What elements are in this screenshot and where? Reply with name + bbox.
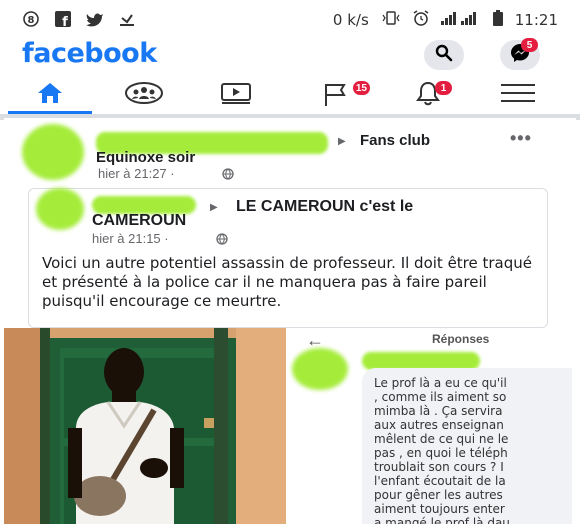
post-text: Voici un autre potentiel assassin de pro… <box>42 254 533 310</box>
reply-text-line: aux autres enseignan <box>374 418 504 432</box>
groups-icon <box>124 81 164 110</box>
reply-text-line: , comme ils aiment so <box>374 390 507 404</box>
reply-text-line: a mangé le prof là dau <box>374 516 510 524</box>
redacted-shared-avatar <box>36 188 84 230</box>
reply-text-line: l'enfant écoutait de la <box>374 474 506 488</box>
svg-text:f: f <box>62 15 68 27</box>
shared-group-name[interactable]: LE CAMEROUN c'est le <box>236 198 413 216</box>
tab-watch[interactable] <box>206 78 266 112</box>
clock: 11:21 <box>514 11 558 29</box>
group-name[interactable]: Fans club <box>360 132 430 149</box>
messenger-button[interactable]: 5 <box>500 38 540 70</box>
main-nav: 15 1 <box>0 78 580 114</box>
shared-group-name-line2[interactable]: CAMEROUN <box>92 212 186 230</box>
reply-text-line: troublait son cours ? I <box>374 460 504 474</box>
tab-groups[interactable] <box>114 78 174 112</box>
tab-notifications[interactable]: 1 <box>398 78 458 112</box>
vibrate-icon <box>381 11 401 29</box>
notifications-badge: 1 <box>435 81 452 95</box>
reply-text-line: aiment toujours enter <box>374 502 505 516</box>
reply-text-line: Le prof là a eu ce qu'il <box>374 376 507 390</box>
status-right: 0 k/s 11:21 <box>333 10 558 30</box>
search-button[interactable] <box>424 40 464 70</box>
svg-text:8: 8 <box>28 15 35 26</box>
headset-icon: 8 <box>22 10 40 28</box>
redacted-reply-avatar <box>292 348 348 390</box>
battery-icon <box>492 10 503 30</box>
shared-arrow-icon: ▶ <box>210 202 218 213</box>
status-bar: 8 f 0 k/s 11:21 <box>0 0 580 40</box>
reply-text-line: pas , en quoi le téléph <box>374 446 508 460</box>
post-photo[interactable] <box>4 328 286 524</box>
shared-globe-icon <box>216 232 228 250</box>
more-options-button[interactable]: ••• <box>510 128 532 149</box>
tab-home[interactable] <box>20 78 80 112</box>
replies-title: Réponses <box>432 332 490 346</box>
network-speed: 0 k/s <box>332 11 369 29</box>
shared-post-time: hier à 21:15 · <box>92 231 169 246</box>
watch-icon <box>220 81 252 110</box>
reply-text-line: pour gêner les autres <box>374 488 503 502</box>
signal-icon <box>440 11 481 29</box>
post-time: hier à 21:27 · <box>98 166 175 181</box>
reply-text-line: mêlent de ce qui ne le <box>374 432 509 446</box>
status-left-icons: 8 f <box>22 10 136 28</box>
pages-badge: 15 <box>352 81 370 95</box>
menu-icon <box>501 82 535 109</box>
app-header: facebook 5 <box>0 38 580 78</box>
facebook-logo[interactable]: facebook <box>22 38 157 69</box>
alarm-icon <box>413 10 429 30</box>
search-icon <box>435 44 453 67</box>
messenger-badge: 5 <box>521 38 538 52</box>
reply-text-line: mimba là . Ça servira <box>374 404 503 418</box>
home-icon <box>36 81 64 110</box>
tab-menu[interactable] <box>488 78 548 112</box>
facebook-icon: f <box>54 10 72 28</box>
reply-bubble[interactable]: Le prof là a eu ce qu'il , comme ils aim… <box>362 368 572 524</box>
pages-icon <box>322 80 354 111</box>
twitter-icon <box>86 10 104 28</box>
globe-icon <box>222 167 234 185</box>
download-icon <box>118 10 136 28</box>
group-name-line2[interactable]: Equinoxe soir <box>96 149 195 166</box>
tab-pages[interactable]: 15 <box>308 78 370 112</box>
share-arrow-icon: ▶ <box>338 136 346 147</box>
redacted-avatar <box>22 124 84 180</box>
